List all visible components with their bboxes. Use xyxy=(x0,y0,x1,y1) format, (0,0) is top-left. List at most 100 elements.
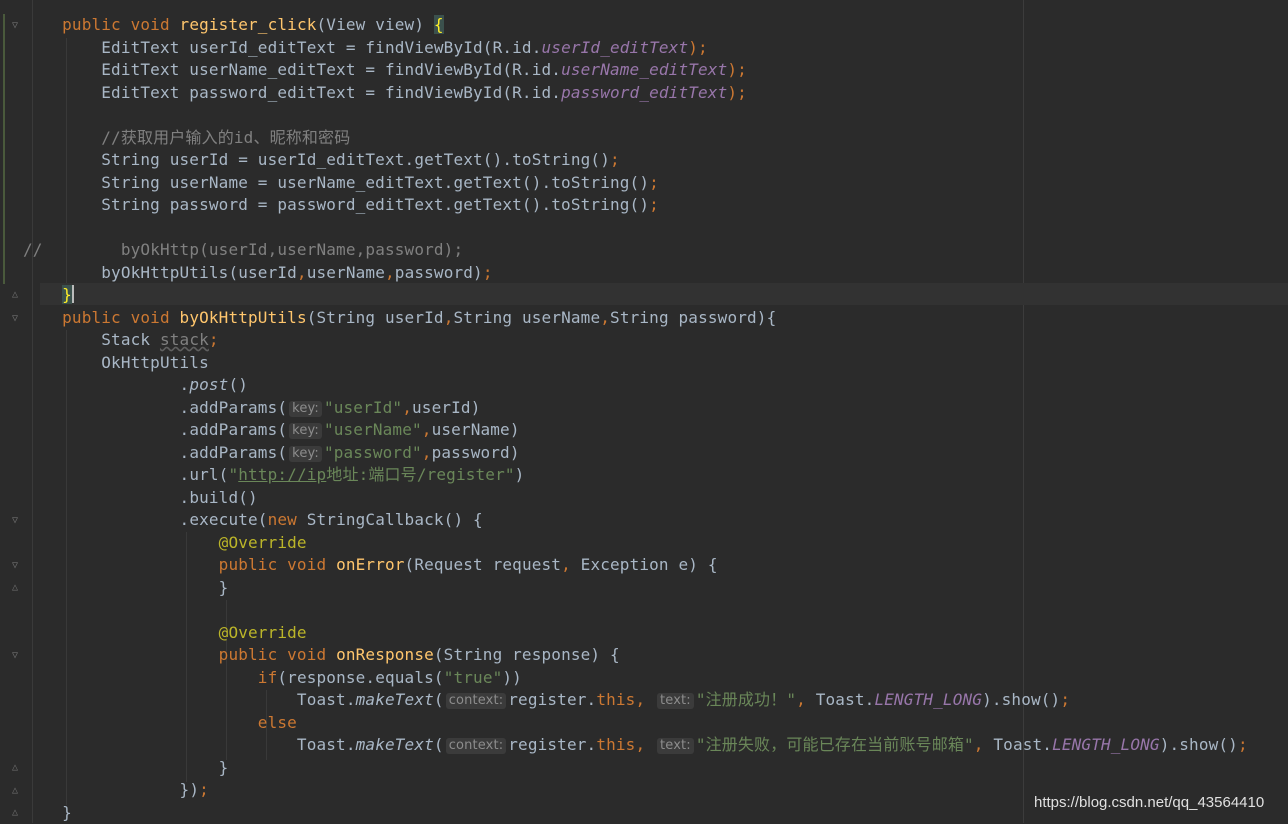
code-line[interactable]: } xyxy=(23,577,229,599)
field-ref: LENGTH_LONG xyxy=(1052,735,1160,754)
code-text: Toast. xyxy=(296,735,356,754)
code-line[interactable]: String userId = userId_editText.getText(… xyxy=(23,149,620,171)
code-text: ) xyxy=(514,465,525,484)
fold-open-icon[interactable]: ▽ xyxy=(9,560,21,572)
string-literal: "password" xyxy=(323,443,422,462)
code-text: )) xyxy=(502,668,522,687)
code-line[interactable]: OkHttpUtils xyxy=(23,352,209,374)
code-text: register. xyxy=(508,735,597,754)
code-line[interactable]: String userName = userName_editText.getT… xyxy=(23,172,659,194)
method-name: onError xyxy=(336,555,405,574)
fold-open-icon[interactable]: ▽ xyxy=(9,650,21,662)
code-text: userId) xyxy=(412,398,481,417)
fold-close-icon[interactable]: △ xyxy=(9,582,21,594)
punctuation: ; xyxy=(199,780,209,799)
code-line[interactable]: .url("http://ip地址:端口号/register") xyxy=(23,464,525,486)
punctuation: , xyxy=(443,308,454,327)
method-name: byOkHttpUtils xyxy=(179,308,307,327)
fold-open-icon[interactable]: ▽ xyxy=(9,20,21,32)
code-text: } xyxy=(62,803,72,822)
code-text: ).show() xyxy=(1159,735,1238,754)
code-line[interactable]: // byOkHttp(userId,userName,password); xyxy=(23,239,463,261)
code-text: () xyxy=(228,375,249,394)
code-line[interactable]: .addParams(key: "password",password) xyxy=(23,442,520,464)
code-text: password) xyxy=(394,263,483,282)
code-line[interactable]: public void onResponse(String response) … xyxy=(23,644,620,666)
code-text: ( xyxy=(433,735,444,754)
parameter-hint: key: xyxy=(289,446,322,462)
code-line[interactable]: }); xyxy=(23,779,209,801)
keyword: public void xyxy=(218,555,337,574)
code-text: (Request request xyxy=(404,555,562,574)
url-link[interactable]: http://ip xyxy=(238,465,326,484)
code-line[interactable]: EditText userName_editText = findViewByI… xyxy=(23,59,747,81)
code-text: .addParams( xyxy=(179,398,288,417)
method-name: register_click xyxy=(179,15,317,34)
vcs-change-marker[interactable] xyxy=(3,14,5,284)
punctuation: , xyxy=(402,398,413,417)
string-literal: "true" xyxy=(443,668,503,687)
code-line[interactable]: } xyxy=(23,284,74,306)
code-line[interactable]: EditText password_editText = findViewByI… xyxy=(23,82,747,104)
code-text: Toast. xyxy=(296,690,356,709)
code-line[interactable]: else xyxy=(23,712,297,734)
parameter-hint: key: xyxy=(289,401,322,417)
fold-open-icon[interactable]: ▽ xyxy=(9,515,21,527)
field-ref: LENGTH_LONG xyxy=(874,690,983,709)
fold-open-icon[interactable]: ▽ xyxy=(9,313,21,325)
code-editor[interactable]: ▽ △ ▽ ▽ ▽ △ ▽ △ △ △ public void register… xyxy=(0,0,1288,823)
keyword: public void xyxy=(218,645,337,664)
punctuation: ; xyxy=(482,263,493,282)
code-line[interactable]: //获取用户输入的id、昵称和密码 xyxy=(23,127,350,149)
code-line[interactable]: @Override xyxy=(23,532,307,554)
code-line[interactable]: .addParams(key: "userId",userId) xyxy=(23,397,481,419)
string-literal: "userId" xyxy=(323,398,403,417)
fold-close-icon[interactable]: △ xyxy=(9,762,21,774)
code-text: OkHttpUtils xyxy=(101,353,209,372)
code-line[interactable]: } xyxy=(23,757,229,779)
code-text: userName) xyxy=(431,420,520,439)
code-text: (String userId xyxy=(306,308,444,327)
code-line[interactable]: Toast.makeText(context: register.this, te… xyxy=(23,734,1248,756)
punctuation: ; xyxy=(208,330,219,349)
unused-variable: stack xyxy=(159,330,209,349)
code-text: .url( xyxy=(179,465,229,484)
punctuation: , xyxy=(421,420,432,439)
fold-close-icon[interactable]: △ xyxy=(9,785,21,797)
fold-close-icon[interactable]: △ xyxy=(9,807,21,819)
code-line[interactable]: .post() xyxy=(23,374,248,396)
code-text: } xyxy=(218,758,229,777)
code-text: .addParams( xyxy=(179,443,288,462)
comment: byOkHttp(userId,userName,password); xyxy=(42,240,464,259)
annotation: @Override xyxy=(218,533,307,552)
keyword: new xyxy=(267,510,297,529)
code-line[interactable]: } xyxy=(23,802,72,824)
static-method: makeText xyxy=(355,690,434,709)
code-text: .execute( xyxy=(179,510,268,529)
code-text: EditText userName_editText = findViewByI… xyxy=(101,60,562,79)
code-line[interactable]: EditText userId_editText = findViewById(… xyxy=(23,37,708,59)
code-line[interactable]: Toast.makeText(context: register.this, te… xyxy=(23,689,1070,711)
code-line[interactable]: .execute(new StringCallback() { xyxy=(23,509,483,531)
punctuation: ); xyxy=(688,38,708,57)
code-line[interactable]: .build() xyxy=(23,487,258,509)
code-line[interactable]: .addParams(key: "userName",userName) xyxy=(23,419,520,441)
string-literal: " xyxy=(228,465,239,484)
punctuation: , xyxy=(635,735,656,754)
code-text: byOkHttpUtils(userId xyxy=(101,263,297,282)
code-line[interactable]: byOkHttpUtils(userId,userName,password); xyxy=(23,262,493,284)
code-text: }) xyxy=(179,780,200,799)
code-text: EditText userId_editText = findViewById(… xyxy=(101,38,542,57)
field-ref: password_editText xyxy=(561,83,728,102)
code-line[interactable]: Stack stack; xyxy=(23,329,219,351)
code-line[interactable]: public void byOkHttpUtils(String userId,… xyxy=(23,307,776,329)
punctuation: ; xyxy=(609,150,620,169)
code-line[interactable]: public void register_click(View view) { xyxy=(23,14,444,36)
comment: //获取用户输入的id、昵称和密码 xyxy=(101,128,351,147)
code-line[interactable]: if(response.equals("true")) xyxy=(23,667,522,689)
line-comment-marker: // xyxy=(23,240,43,259)
code-line[interactable]: public void onError(Request request, Exc… xyxy=(23,554,718,576)
fold-close-icon[interactable]: △ xyxy=(9,289,21,301)
code-line[interactable]: String password = password_editText.getT… xyxy=(23,194,659,216)
code-line[interactable]: @Override xyxy=(23,622,307,644)
